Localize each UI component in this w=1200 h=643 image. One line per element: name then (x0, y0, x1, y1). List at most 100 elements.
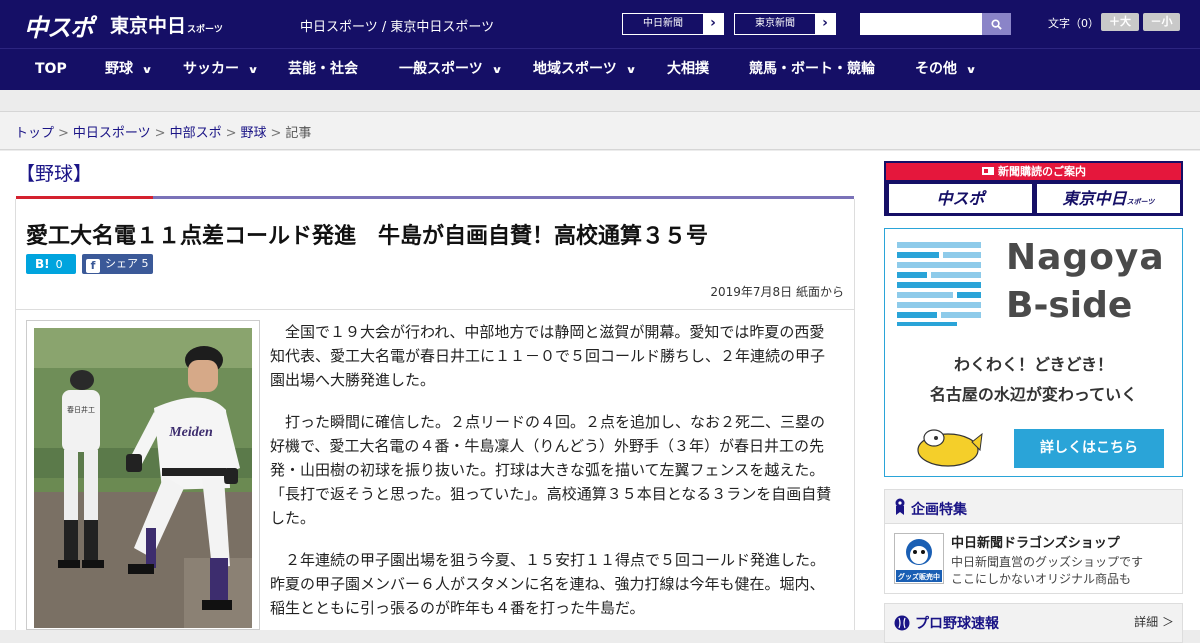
chevron-right-icon: › (822, 15, 828, 31)
pro-baseball-scores-label: プロ野球速報 (915, 616, 999, 632)
dragons-shop-description: 中日新聞直営のグッズショップです (951, 555, 1144, 569)
subscription-ad-heading: 新聞購読のご案内 (886, 163, 1181, 180)
breadcrumb-chubu-spo[interactable]: 中部スポ (170, 126, 222, 141)
main-nav: TOP 野球 ∨ サッカー ∨ 芸能・社会 一般スポーツ ∨ 地域スポーツ ∨ 大相撲 … (0, 48, 1200, 90)
ribbon-icon (895, 498, 905, 515)
site-header: 中スポ 東京中日スポーツ 中日スポーツ / 東京中日スポーツ 中日新聞 › 東京… (0, 0, 1200, 48)
facebook-share-button[interactable]: f シェア 5 (82, 254, 153, 274)
facebook-share-label: シェア (105, 257, 138, 270)
article-photo-frame[interactable]: 春日井工 Meiden (26, 320, 260, 630)
breadcrumb-separator: > (270, 126, 282, 141)
photo-uniform-main-text: Meiden (168, 425, 213, 440)
nav-others[interactable]: その他 ∨ (915, 49, 977, 90)
hatena-count: 0 (55, 258, 63, 271)
page-content: 【野球】 愛工大名電１１点差コールド発進 牛島が自画自賛！高校通算３５号 B! 0… (0, 151, 1200, 643)
nav-label: その他 (915, 61, 957, 77)
search-icon (991, 19, 1002, 30)
scores-detail-link[interactable]: 詳細 ＞ (1134, 613, 1174, 630)
shop-icon-caption: グッズ販売中 (898, 572, 940, 581)
nav-local-sports[interactable]: 地域スポーツ ∨ (533, 49, 637, 90)
nav-sumo[interactable]: 大相撲 (667, 49, 709, 90)
nav-label: 競馬・ボート・競輪 (749, 61, 875, 77)
article-paragraph: 打った瞬間に確信した。２点リードの４回。２点を追加し、なお２死二、三塁の好機で、… (270, 413, 832, 527)
nav-baseball[interactable]: 野球 ∨ (105, 49, 153, 90)
article-headline: 愛工大名電１１点差コールド発進 牛島が自画自賛！高校通算３５号 (26, 224, 709, 249)
sub-band (0, 90, 1200, 112)
tokyo-chunichi-logo[interactable]: 東京中日スポーツ (110, 11, 223, 38)
chunichi-shimbun-label: 中日新聞 (623, 14, 703, 34)
nav-entertainment[interactable]: 芸能・社会 (288, 49, 358, 90)
chevron-right-icon: › (710, 15, 716, 31)
chevron-down-icon: ∨ (491, 65, 503, 76)
breadcrumb-bar: トップ > 中日スポーツ > 中部スポ > 野球 > 記事 (0, 112, 1200, 150)
nav-label: 芸能・社会 (288, 61, 358, 77)
tokyo-shimbun-link[interactable]: 東京新聞 › (734, 13, 836, 35)
breadcrumb-baseball[interactable]: 野球 (241, 126, 267, 141)
hatena-bookmark-button[interactable]: B! 0 (26, 254, 76, 274)
breadcrumb-top[interactable]: トップ (15, 126, 54, 141)
search-button[interactable] (982, 13, 1011, 35)
search-input[interactable] (860, 13, 982, 35)
site-title: 中日スポーツ / 東京中日スポーツ (300, 20, 495, 35)
newspaper-icon (982, 167, 994, 175)
photo-uniform-back-text: 春日井工 (67, 405, 95, 414)
tokyo-logo-suffix: スポーツ (187, 25, 223, 35)
breadcrumb-current: 記事 (285, 126, 312, 141)
nav-general-sports[interactable]: 一般スポーツ ∨ (399, 49, 503, 90)
article-paragraph: ２年連続の甲子園出場を狙う今夏、１５安打１１得点で５回コールド発進した。昨夏の甲… (270, 551, 826, 617)
dragons-shop-description: ここにしかないオリジナル商品も (951, 572, 1132, 586)
hatena-icon: B! (35, 257, 50, 271)
feature-section: 企画特集 グッズ販売中 中日新聞ドラゴンズショップ 中日新聞直営のグッズショップ… (884, 489, 1183, 594)
divider (15, 309, 855, 310)
tokyo-logo-text: 東京中日 (110, 15, 187, 37)
chuspo-subscribe-button[interactable]: 中スポ (889, 184, 1032, 213)
dragons-mascot-icon: グッズ販売中 (895, 534, 943, 583)
article-date: 2019年7月8日 紙面から (710, 285, 844, 299)
nav-label: 大相撲 (667, 61, 709, 77)
breadcrumb-separator: > (225, 126, 237, 141)
chuspo-logo[interactable]: 中スポ (24, 8, 94, 43)
article-body: 全国で１９大会が行われ、中部地方では静岡と滋賀が開幕。愛知では昨夏の西愛知代表、… (270, 320, 835, 638)
dragons-shop-title[interactable]: 中日新聞ドラゴンズショップ (951, 532, 1120, 551)
breadcrumb-separator: > (154, 126, 166, 141)
chevron-down-icon: ∨ (247, 65, 259, 76)
font-smaller-button[interactable]: －小 (1143, 13, 1180, 31)
chevron-down-icon: ∨ (141, 65, 153, 76)
bside-title-line2: B-side (1006, 285, 1133, 326)
nav-label: 野球 (105, 61, 133, 77)
tokyo-shimbun-label: 東京新聞 (735, 14, 815, 34)
nav-label: TOP (35, 61, 67, 77)
chevron-down-icon: ∨ (625, 65, 637, 76)
font-size-label: 文字（0） (1048, 17, 1099, 30)
nav-label: 地域スポーツ (533, 61, 617, 77)
nav-label: 一般スポーツ (399, 61, 483, 77)
nav-label: サッカー (183, 61, 239, 77)
nagoya-bside-ad[interactable]: Nagoya B-side わくわく！どきどき！ 名古屋の水辺が変わっていく 詳… (884, 228, 1183, 477)
breadcrumb-chunichi-sports[interactable]: 中日スポーツ (73, 126, 151, 141)
facebook-share-count: 5 (141, 257, 149, 270)
tokyo-chunichi-subscribe-suffix: スポーツ (1126, 198, 1155, 206)
bside-details-button[interactable]: 詳しくはこちら (1014, 429, 1164, 468)
baseball-player-photo: 春日井工 Meiden (34, 328, 252, 628)
subscription-ad[interactable]: 新聞購読のご案内 中スポ 東京中日スポーツ (884, 161, 1183, 216)
dragons-shop-icon[interactable]: グッズ販売中 (894, 533, 944, 584)
shrimp-mascot-icon (917, 429, 983, 467)
chevron-down-icon: ∨ (965, 65, 977, 76)
subscription-ad-heading-text: 新聞購読のご案内 (998, 165, 1086, 178)
bside-logo-icon (897, 242, 981, 326)
bside-title-line1: Nagoya (1006, 237, 1165, 278)
bside-catch-line2: 名古屋の水辺が変わっていく (929, 385, 1138, 404)
tokyo-chunichi-subscribe-button[interactable]: 東京中日スポーツ (1037, 184, 1180, 213)
pro-baseball-scores: プロ野球速報 詳細 ＞ (884, 603, 1183, 643)
feature-header-label: 企画特集 (911, 502, 967, 518)
nav-soccer[interactable]: サッカー ∨ (183, 49, 259, 90)
bside-catch-line1: わくわく！どきどき！ (953, 355, 1114, 374)
nav-racing[interactable]: 競馬・ボート・競輪 (749, 49, 875, 90)
font-larger-button[interactable]: ＋大 (1101, 13, 1139, 31)
nav-top[interactable]: TOP (35, 49, 67, 90)
chunichi-shimbun-link[interactable]: 中日新聞 › (622, 13, 724, 35)
baseball-icon (894, 615, 910, 631)
category-label: 【野球】 (16, 163, 93, 185)
feature-header: 企画特集 (885, 490, 1182, 524)
category-rule-accent (16, 196, 153, 199)
